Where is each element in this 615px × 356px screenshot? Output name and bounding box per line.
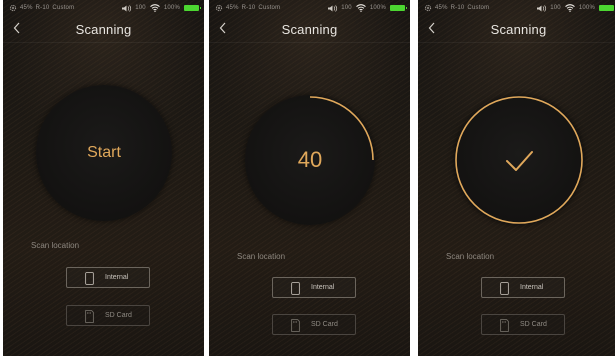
sd-card-button[interactable]: SD Card bbox=[272, 314, 356, 335]
scan-screen-start: 45% R-10 Custom 100 100% Scanning Start … bbox=[3, 0, 204, 356]
internal-label: Internal bbox=[105, 274, 129, 281]
volume-text: 100 bbox=[135, 5, 146, 11]
mode-text: R-10 bbox=[241, 5, 256, 11]
status-bar: 45% R-10 Custom 100 100% bbox=[209, 0, 410, 17]
gear-icon bbox=[9, 4, 17, 12]
scan-location-label: Scan location bbox=[237, 252, 286, 261]
scan-screen-done: 45% R-10 Custom 100 100% Scanning Scan l… bbox=[418, 0, 615, 356]
wifi-percent-text: 100% bbox=[578, 5, 595, 11]
complete-ring bbox=[455, 96, 583, 224]
checkmark-icon bbox=[506, 151, 533, 171]
status-bar: 45% R-10 Custom 100 100% bbox=[418, 0, 615, 17]
wifi-percent-text: 100% bbox=[163, 5, 180, 11]
volume-icon bbox=[328, 4, 338, 12]
profile-text: Custom bbox=[467, 5, 490, 11]
sd-card-icon bbox=[291, 319, 300, 332]
mode-text: R-10 bbox=[450, 5, 465, 11]
internal-label: Internal bbox=[520, 284, 544, 291]
battery-percent-text: 45% bbox=[435, 5, 448, 11]
scan-location-label: Scan location bbox=[31, 241, 80, 250]
profile-text: Custom bbox=[258, 5, 281, 11]
battery-percent-text: 45% bbox=[226, 5, 239, 11]
internal-storage-button[interactable]: Internal bbox=[272, 277, 356, 298]
gear-icon bbox=[215, 4, 223, 12]
phone-icon bbox=[500, 282, 509, 295]
progress-value: 40 bbox=[297, 147, 323, 172]
internal-storage-button[interactable]: Internal bbox=[481, 277, 565, 298]
gear-icon bbox=[424, 4, 432, 12]
complete-arc bbox=[455, 96, 583, 224]
sd-card-label: SD Card bbox=[520, 321, 547, 328]
start-button-label[interactable]: Start bbox=[36, 85, 172, 221]
battery-icon bbox=[390, 5, 407, 11]
scan-dial: 40 bbox=[245, 95, 375, 225]
header: Scanning bbox=[3, 18, 204, 43]
page-title: Scanning bbox=[75, 22, 132, 37]
wifi-percent-text: 100% bbox=[369, 5, 386, 11]
sd-card-button[interactable]: SD Card bbox=[66, 305, 150, 326]
wifi-icon bbox=[356, 4, 366, 12]
sd-card-button[interactable]: SD Card bbox=[481, 314, 565, 335]
mode-text: R-10 bbox=[35, 5, 50, 11]
status-bar: 45% R-10 Custom 100 100% bbox=[3, 0, 204, 17]
battery-icon bbox=[599, 5, 614, 11]
wifi-icon bbox=[150, 4, 160, 12]
volume-text: 100 bbox=[341, 5, 352, 11]
volume-icon bbox=[537, 4, 547, 12]
internal-label: Internal bbox=[311, 284, 335, 291]
battery-icon bbox=[184, 5, 201, 11]
sd-card-icon bbox=[85, 310, 94, 323]
scan-location-label: Scan location bbox=[446, 252, 495, 261]
page-title: Scanning bbox=[490, 22, 547, 37]
wifi-icon bbox=[565, 4, 575, 12]
volume-text: 100 bbox=[550, 5, 561, 11]
phone-icon bbox=[85, 272, 94, 285]
internal-storage-button[interactable]: Internal bbox=[66, 267, 150, 288]
phone-icon bbox=[291, 282, 300, 295]
sd-card-icon bbox=[500, 319, 509, 332]
sd-card-label: SD Card bbox=[311, 321, 338, 328]
volume-icon bbox=[122, 4, 132, 12]
battery-percent-text: 45% bbox=[20, 5, 33, 11]
profile-text: Custom bbox=[52, 5, 75, 11]
page-title: Scanning bbox=[281, 22, 338, 37]
sd-card-label: SD Card bbox=[105, 312, 132, 319]
scan-dial[interactable]: Start bbox=[36, 85, 172, 221]
header: Scanning bbox=[418, 18, 615, 43]
scan-dial bbox=[454, 95, 584, 225]
scan-screen-progress: 45% R-10 Custom 100 100% Scanning 40 Sca… bbox=[209, 0, 410, 356]
header: Scanning bbox=[209, 18, 410, 43]
